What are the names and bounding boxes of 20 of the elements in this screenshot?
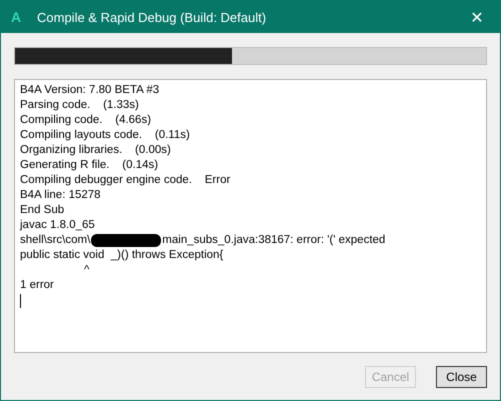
- window-title: Compile & Rapid Debug (Build: Default): [37, 10, 268, 24]
- log-line: B4A line: 15278: [20, 188, 102, 203]
- log-line: Compiling layouts code. (0.11s): [20, 128, 191, 143]
- log-line: main_subs_0.java:38167: error: '(' expected: [162, 233, 386, 248]
- log-line: 1 error: [20, 278, 55, 293]
- redaction-mark: [91, 234, 162, 247]
- log-line: shell\src\com\: [20, 233, 90, 248]
- close-dialog-button[interactable]: Close: [436, 366, 487, 388]
- app-logo-icon: A: [11, 9, 23, 25]
- log-line: Generating R file. (0.14s): [20, 158, 160, 173]
- log-line: End Sub: [20, 203, 66, 218]
- log-line: B4A Version: 7.80 BETA #3: [20, 83, 160, 98]
- log-line: Organizing libraries. (0.00s): [20, 143, 172, 158]
- log-line: public static void _)() throws Exception{: [20, 248, 224, 263]
- log-line: Compiling code. (4.66s): [20, 113, 152, 128]
- close-button[interactable]: ✕: [454, 1, 500, 33]
- log-line: ^: [83, 263, 90, 278]
- log-line: Parsing code. (1.33s): [20, 98, 140, 113]
- log-line: Compiling debugger engine code. Error: [20, 173, 232, 188]
- log-line: javac 1.8.0_65: [20, 218, 96, 233]
